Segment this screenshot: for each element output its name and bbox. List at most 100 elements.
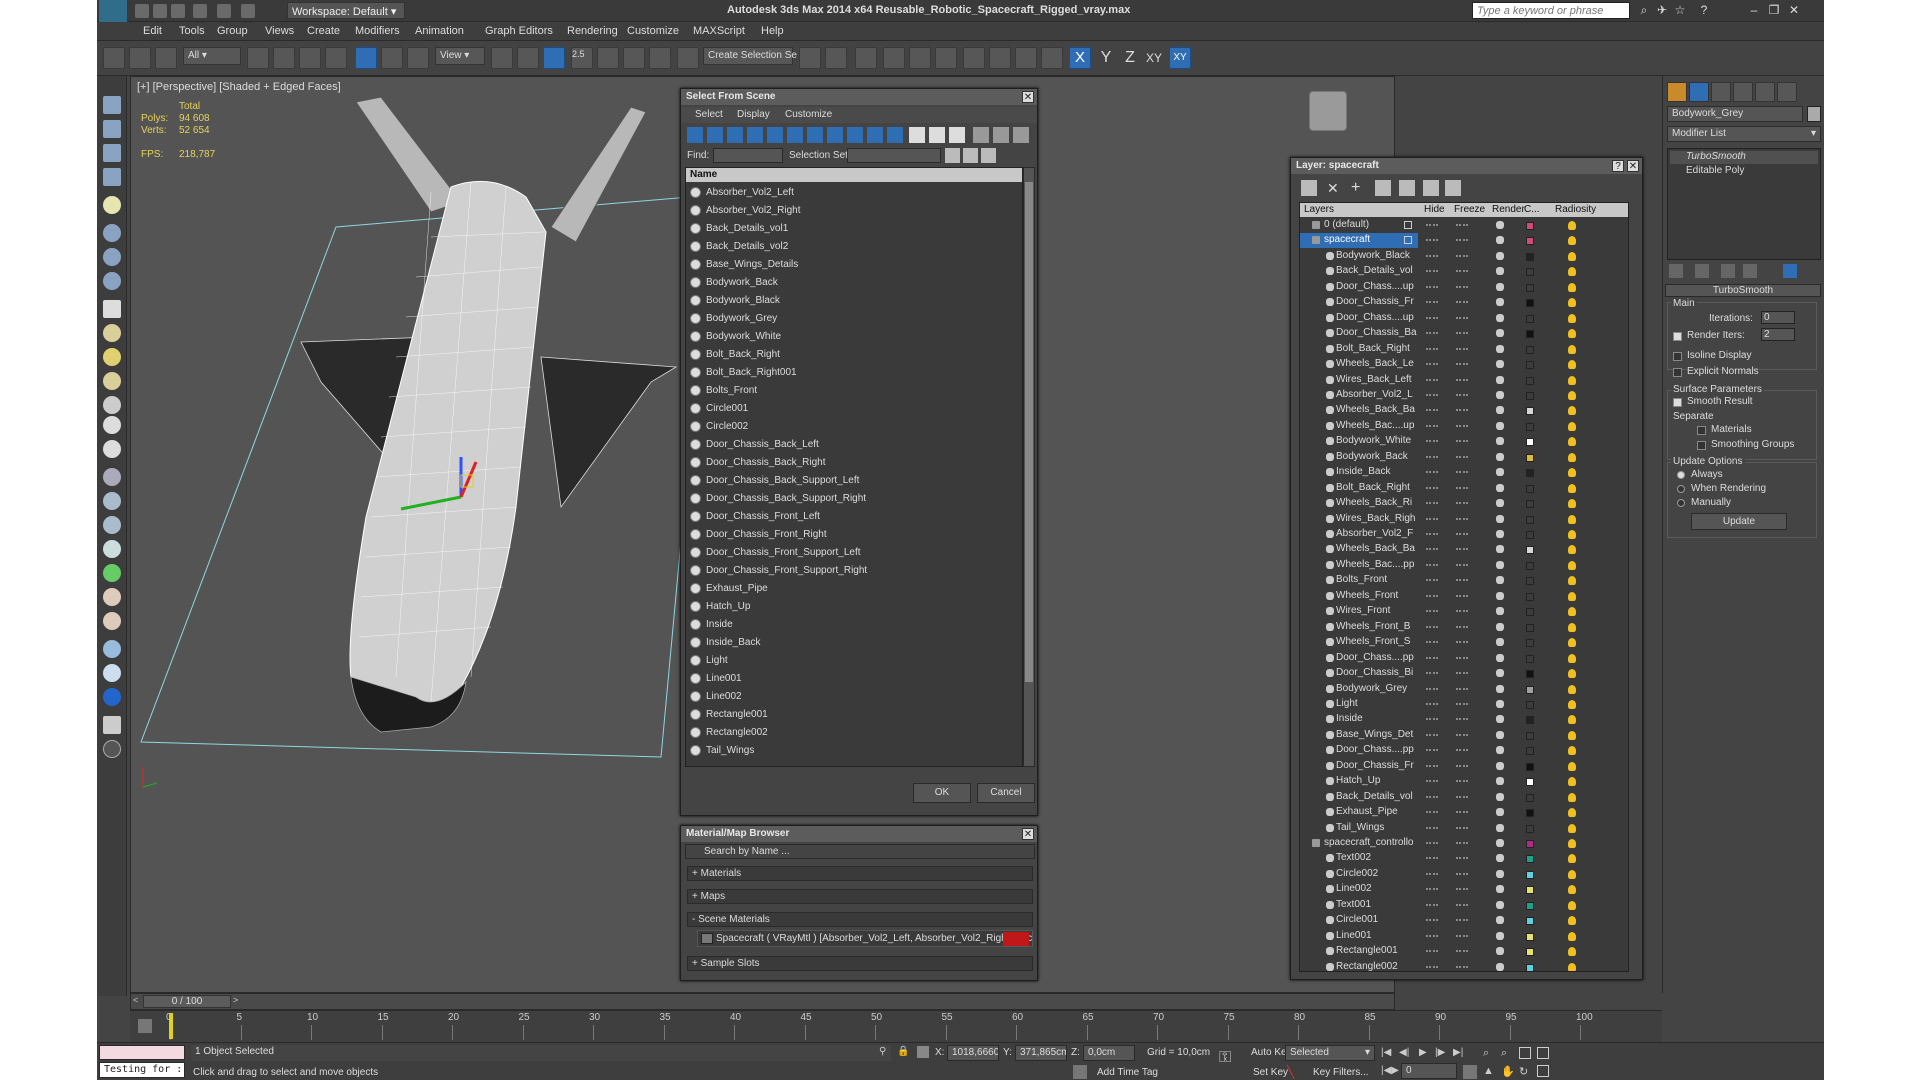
render-teapot-icon[interactable] [1496,421,1504,430]
layer-object-row[interactable]: Back_Details_vol [1300,790,1628,805]
hide-toggle[interactable] [1426,687,1438,690]
hide-toggle[interactable] [1426,625,1438,628]
render-teapot-icon[interactable] [1496,221,1504,229]
layer-object-row[interactable]: Base_Wings_Det [1300,728,1628,743]
save-file-icon[interactable] [171,4,185,18]
undo-icon[interactable] [193,4,207,18]
layer-color-swatch[interactable] [1526,731,1534,740]
help-icon[interactable]: ? [1697,3,1711,17]
utilities-tab-icon[interactable] [1777,82,1797,102]
name-list-item[interactable]: Inside_Back [686,634,1022,652]
selection-filter-dropdown[interactable]: All ▾ [183,47,241,65]
create-spacewarp-icon[interactable] [103,440,121,458]
layer-color-swatch[interactable] [1526,932,1534,941]
ok-button[interactable]: OK [913,783,971,803]
create-loft-icon[interactable] [103,664,121,682]
add-time-tag-label[interactable]: Add Time Tag [1097,1067,1158,1078]
layer-object-row[interactable]: Text002 [1300,851,1628,866]
create-sphere-icon[interactable] [103,120,121,138]
menu-help[interactable]: Help [761,25,784,37]
layer-object-row[interactable]: Door_Chass....up [1300,311,1628,326]
absolute-mode-icon[interactable] [917,1046,929,1058]
freeze-toggle[interactable] [1456,934,1468,937]
layer-object-row[interactable]: Bodywork_Grey [1300,682,1628,697]
create-container-icon[interactable] [103,716,121,734]
hide-toggle[interactable] [1426,965,1438,968]
menu-customize[interactable]: Customize [627,25,679,37]
filter-frozen-icon[interactable] [887,127,903,143]
freeze-toggle[interactable] [1456,811,1468,814]
create-cone-icon[interactable] [103,224,121,242]
select-object-icon[interactable] [247,47,269,69]
hide-toggle[interactable] [1426,455,1438,458]
layer-object-row[interactable]: Exhaust_Pipe [1300,805,1628,820]
layer-object-row[interactable]: Wheels_Back_Ba [1300,542,1628,557]
layer-object-row[interactable]: Door_Chassis_Fr [1300,295,1628,310]
create-light-icon[interactable] [103,348,121,366]
radiosity-bulb-icon[interactable] [1568,854,1576,864]
name-list-item[interactable]: Bodywork_White [686,328,1022,346]
schematic-view-icon[interactable] [935,47,957,69]
rendered-frame-window-icon[interactable] [1015,47,1037,69]
create-camera-icon[interactable] [103,372,121,390]
create-systems-icon[interactable] [103,492,121,510]
current-layer-checkbox[interactable] [1404,236,1412,245]
render-teapot-icon[interactable] [1496,947,1504,956]
minimize-icon[interactable]: – [1747,3,1761,17]
layer-object-row[interactable]: Wires_Back_Righ [1300,512,1628,527]
freeze-all-layers-icon[interactable] [1445,180,1461,196]
go-to-end-icon[interactable]: ▶| [1453,1047,1463,1058]
radiosity-bulb-icon[interactable] [1568,483,1576,493]
create-tab-icon[interactable] [1667,82,1687,102]
select-menu-display[interactable]: Display [737,109,770,120]
radiosity-bulb-icon[interactable] [1568,699,1576,709]
reference-coordinate-dropdown[interactable]: View ▾ [435,47,485,65]
material-search-input[interactable]: Search by Name ... [685,844,1035,859]
layer-object-row[interactable]: Line001 [1300,929,1628,944]
zoom-extents-icon[interactable] [1519,1047,1531,1059]
menu-maxscript[interactable]: MAXScript [693,25,745,37]
filter-bones-icon[interactable] [847,127,863,143]
layer-color-swatch[interactable] [1526,237,1534,246]
filter-children-icon[interactable] [1013,127,1029,143]
key-filters-icon[interactable]: ╲ [1287,1065,1301,1079]
iterations-spinner[interactable]: 0 [1761,311,1795,324]
explicit-normals-checkbox[interactable] [1673,368,1682,377]
col-freeze[interactable]: Freeze [1454,204,1485,215]
hide-toggle[interactable] [1426,795,1438,798]
name-list-item[interactable]: Light [686,652,1022,670]
hide-toggle[interactable] [1426,316,1438,319]
render-teapot-icon[interactable] [1496,669,1504,678]
workspace-dropdown[interactable]: Workspace: Default ▾ [287,2,405,19]
radiosity-bulb-icon[interactable] [1568,298,1576,308]
layer-object-row[interactable]: Door_Chass....up [1300,280,1628,295]
update-always-radio[interactable] [1677,471,1685,479]
filter-groups-icon[interactable] [807,127,823,143]
create-torus-icon[interactable] [103,168,121,186]
layer-color-swatch[interactable] [1526,886,1534,895]
render-teapot-icon[interactable] [1496,638,1504,647]
name-list-item[interactable]: Circle002 [686,418,1022,436]
cancel-button[interactable]: Cancel [977,783,1035,803]
layer-object-row[interactable]: Bodywork_White [1300,434,1628,449]
hide-toggle[interactable] [1426,919,1438,922]
layer-object-row[interactable]: Wires_Back_Left [1300,373,1628,388]
col-render[interactable]: Render [1492,204,1525,215]
viewcube[interactable] [1309,91,1347,131]
freeze-toggle[interactable] [1456,533,1468,535]
layer-color-swatch[interactable] [1526,608,1534,617]
freeze-toggle[interactable] [1456,857,1468,860]
render-teapot-icon[interactable] [1496,931,1504,940]
zoom-all-icon[interactable]: ⌕ [1501,1047,1507,1060]
layer-color-swatch[interactable] [1526,453,1534,462]
freeze-toggle[interactable] [1456,842,1468,844]
freeze-toggle[interactable] [1456,733,1468,736]
material-editor-icon[interactable] [963,47,985,69]
layer-object-row[interactable]: Absorber_Vol2_F [1300,527,1628,542]
filter-xrefs-icon[interactable] [827,127,843,143]
link-icon[interactable] [103,47,125,69]
hide-toggle[interactable] [1426,563,1438,566]
layer-color-swatch[interactable] [1526,222,1534,230]
hide-toggle[interactable] [1426,332,1438,335]
keyboard-shortcut-override-icon[interactable] [543,47,565,69]
